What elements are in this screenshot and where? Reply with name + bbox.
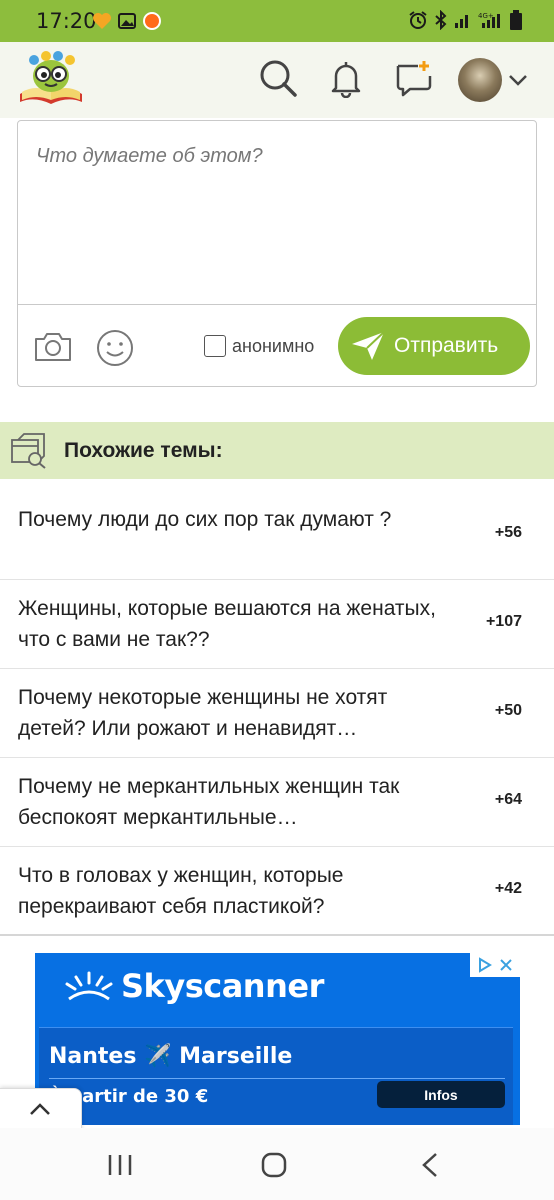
topic-score: +42	[494, 880, 522, 897]
topic-title: Женщины, которые вешаются на женатых, чт…	[18, 597, 436, 651]
sunrise-icon	[65, 971, 113, 1001]
ad-route: Nantes ✈️ Marseille	[49, 1044, 293, 1069]
back-icon[interactable]	[410, 1150, 450, 1180]
ad-banner[interactable]: Skyscanner Nantes ✈️ Marseille À partir …	[35, 953, 520, 1125]
topic-item[interactable]: Что в головах у женщин, которые перекраи…	[0, 847, 554, 936]
topic-item[interactable]: Почему не меркантильных женщин так беспо…	[0, 758, 554, 847]
notification-icons	[92, 11, 162, 31]
anonymous-label: анонимно	[232, 335, 315, 356]
scroll-top-button[interactable]	[0, 1088, 82, 1132]
ad-logo: Skyscanner	[63, 967, 324, 1005]
ad-divider	[49, 1078, 505, 1079]
bluetooth-icon	[435, 10, 447, 30]
topic-title: Почему некоторые женщины не хотят детей?…	[18, 686, 388, 740]
signal-icon	[455, 15, 468, 28]
comment-input[interactable]	[18, 121, 536, 305]
ad-offer[interactable]: Nantes ✈️ Marseille À partir de 30 € Inf…	[39, 1027, 513, 1125]
heart-notification-icon	[93, 13, 111, 29]
send-button[interactable]: Отправить	[338, 317, 530, 375]
gallery-notification-icon	[118, 13, 136, 29]
chevron-down-icon[interactable]	[506, 70, 530, 90]
topic-item[interactable]: Почему люди до сих пор так думают ? +56	[0, 491, 554, 580]
status-bar: 17:20 4G+	[0, 0, 554, 42]
svg-text:4G+: 4G+	[478, 12, 494, 20]
topic-score: +64	[494, 791, 522, 808]
topic-item[interactable]: Женщины, которые вешаются на женатых, чт…	[0, 580, 554, 669]
ad-brand: Skyscanner	[121, 967, 324, 1005]
ad-info-button[interactable]: Infos	[377, 1081, 505, 1108]
send-label: Отправить	[394, 334, 499, 357]
topic-score: +107	[485, 613, 522, 630]
recent-apps-icon[interactable]	[100, 1150, 140, 1180]
signal-4g-icon: 4G+	[478, 12, 500, 28]
camera-icon[interactable]	[34, 329, 72, 363]
app-notification-icon	[143, 12, 161, 30]
topic-title: Что в головах у женщин, которые перекраи…	[18, 864, 344, 918]
bell-icon[interactable]	[326, 58, 366, 98]
site-header	[0, 42, 554, 118]
topic-item[interactable]: Почему некоторые женщины не хотят детей?…	[0, 669, 554, 758]
checkbox-box[interactable]	[204, 335, 226, 357]
avatar[interactable]	[458, 58, 502, 102]
topic-score: +50	[494, 702, 522, 719]
search-icon[interactable]	[258, 58, 298, 98]
adchoices[interactable]	[470, 953, 520, 977]
logo-icon[interactable]	[16, 50, 86, 108]
paper-plane-icon	[352, 331, 385, 360]
emoji-icon[interactable]	[96, 329, 134, 367]
topic-title: Почему не меркантильных женщин так беспо…	[18, 775, 400, 829]
close-icon[interactable]	[499, 958, 513, 972]
topic-score: +56	[494, 524, 522, 541]
similar-topics-header: Похожие темы:	[0, 422, 554, 479]
status-time: 17:20	[36, 9, 97, 33]
battery-icon	[510, 10, 522, 30]
system-nav-bar	[0, 1128, 554, 1200]
chevron-up-icon	[30, 1103, 50, 1115]
home-icon[interactable]	[254, 1150, 294, 1180]
alarm-icon	[409, 11, 427, 29]
anonymous-checkbox[interactable]: анонимно	[204, 335, 314, 357]
topic-title: Почему люди до сих пор так думают ?	[18, 508, 392, 531]
system-icons: 4G+	[408, 10, 522, 30]
adchoices-icon[interactable]	[477, 957, 493, 973]
divider	[0, 934, 554, 936]
new-message-icon[interactable]	[394, 58, 434, 98]
topics-search-icon	[11, 433, 46, 469]
similar-topics-title: Похожие темы:	[64, 439, 223, 462]
comment-form: анонимно Отправить	[17, 120, 537, 387]
